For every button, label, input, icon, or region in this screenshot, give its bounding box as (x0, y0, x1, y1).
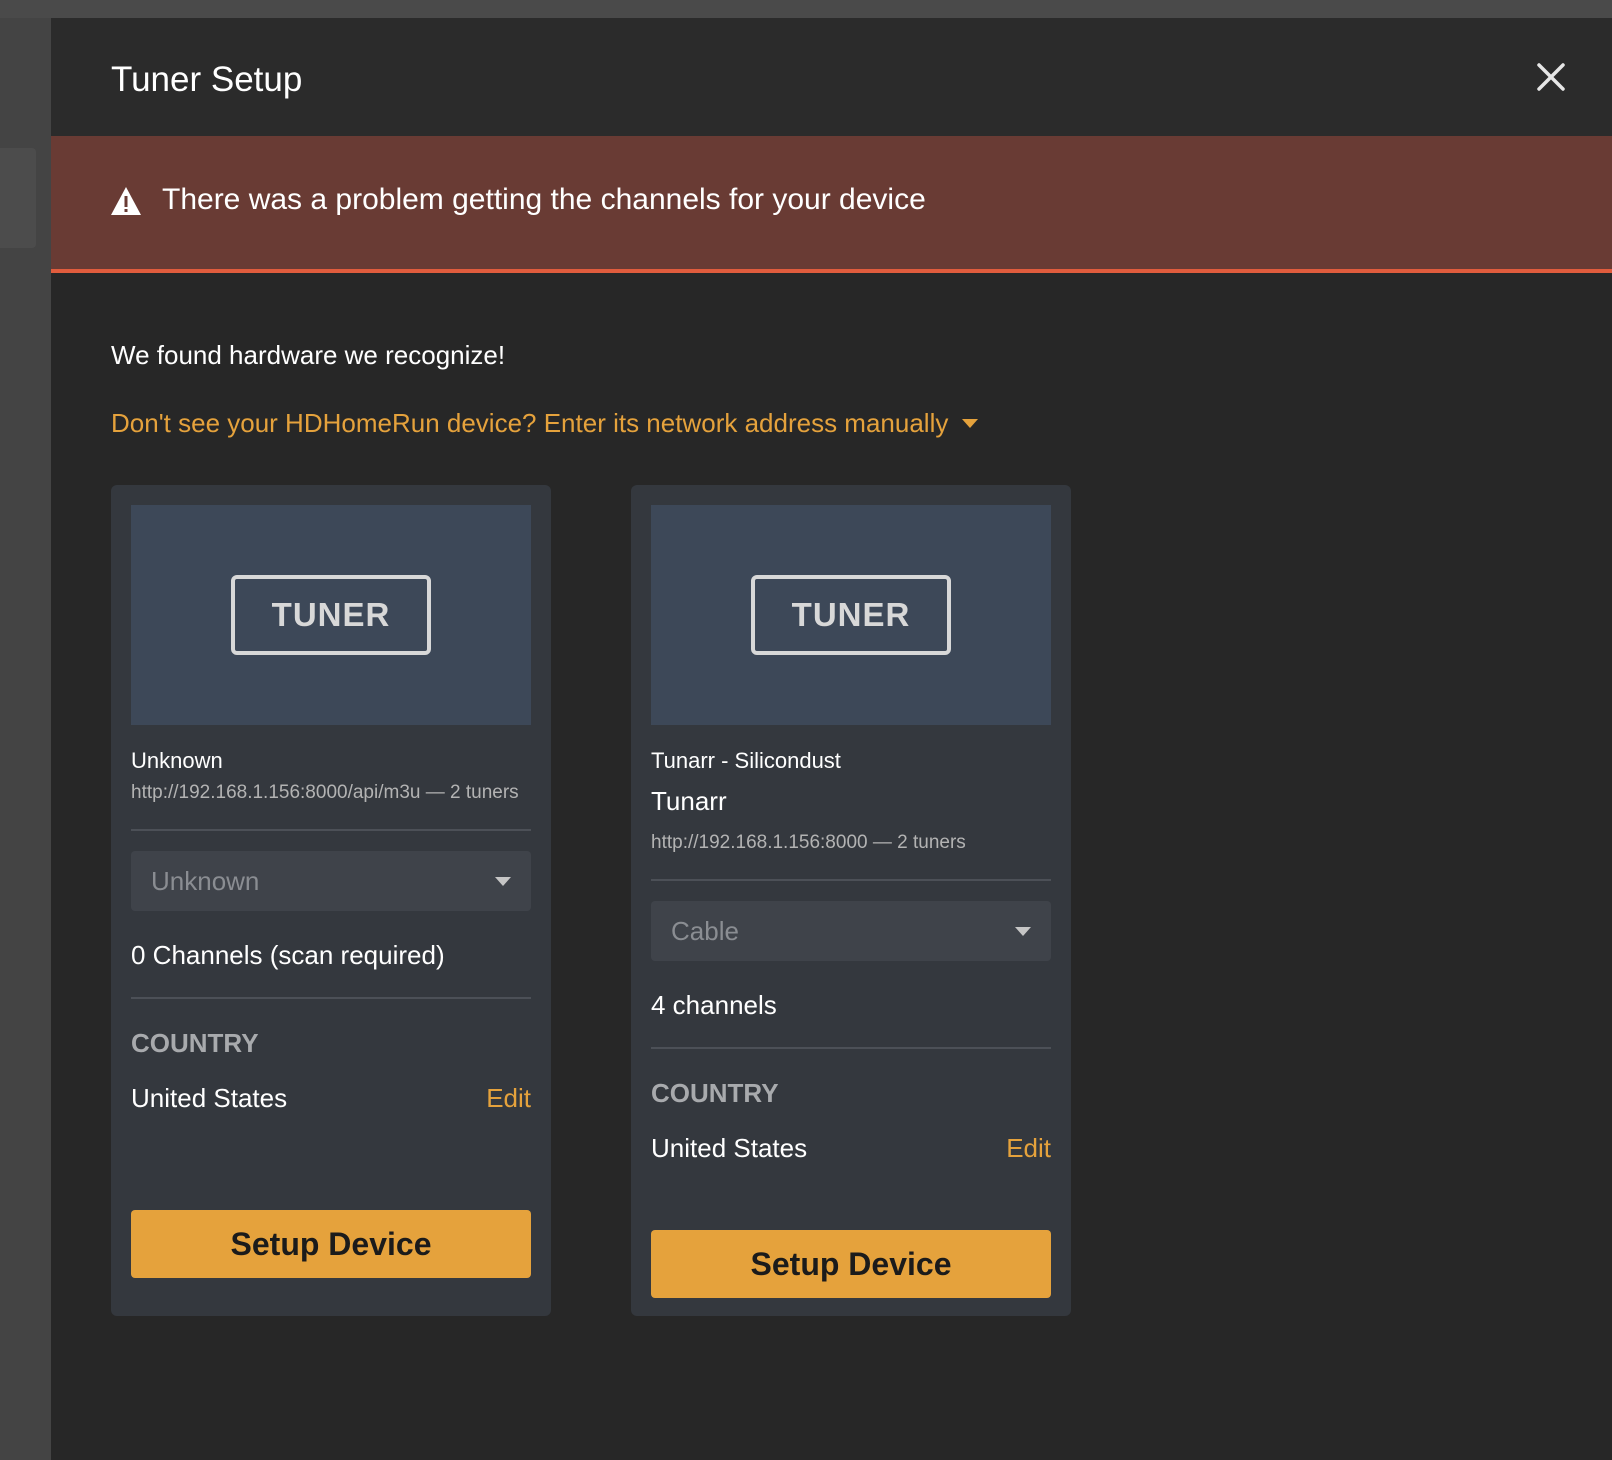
error-alert: There was a problem getting the channels… (51, 136, 1612, 273)
device-thumbnail: TUNER (651, 505, 1051, 725)
chevron-down-icon (495, 876, 511, 886)
close-button[interactable] (1530, 56, 1572, 98)
country-value: United States (651, 1133, 808, 1163)
device-name: Unknown (131, 748, 223, 773)
setup-device-button[interactable]: Setup Device (651, 1230, 1051, 1298)
chevron-down-icon (1015, 926, 1031, 936)
modal-title: Tuner Setup (111, 60, 303, 99)
source-type-value: Unknown (151, 865, 260, 896)
divider (651, 879, 1051, 881)
backdrop-tab (0, 148, 36, 248)
manual-address-link[interactable]: Don't see your HDHomeRun device? Enter i… (111, 408, 979, 439)
device-card-body: Tunarr - Silicondust Tunarr http://192.1… (651, 747, 1051, 1164)
edit-country-link[interactable]: Edit (486, 1083, 531, 1114)
setup-device-button[interactable]: Setup Device (131, 1210, 531, 1278)
modal-header: Tuner Setup (51, 18, 1612, 136)
channel-count: 0 Channels (scan required) (131, 940, 445, 970)
tuner-setup-modal: Tuner Setup There was a problem getting … (51, 18, 1612, 1460)
device-name: Tunarr - Silicondust (651, 748, 841, 773)
device-address: http://192.168.1.156:8000/api/m3u — 2 tu… (131, 782, 519, 803)
source-type-select[interactable]: Cable (651, 901, 1051, 961)
device-address: http://192.168.1.156:8000 — 2 tuners (651, 832, 966, 853)
close-icon (1537, 63, 1565, 91)
device-model: Tunarr (651, 786, 727, 816)
device-card: TUNER Tunarr - Silicondust Tunarr http:/… (631, 485, 1071, 1316)
country-row: United States Edit (131, 1083, 531, 1114)
country-value: United States (131, 1083, 288, 1113)
chevron-down-icon (962, 419, 979, 428)
device-card-body: Unknown http://192.168.1.156:8000/api/m3… (131, 747, 531, 1114)
found-hardware-text: We found hardware we recognize! (111, 340, 506, 370)
device-thumbnail: TUNER (131, 505, 531, 725)
country-label: COUNTRY (651, 1078, 779, 1108)
edit-country-link[interactable]: Edit (1006, 1133, 1051, 1164)
manual-address-label: Don't see your HDHomeRun device? Enter i… (111, 408, 949, 438)
channel-count: 4 channels (651, 990, 777, 1020)
device-card: TUNER Unknown http://192.168.1.156:8000/… (111, 485, 551, 1316)
source-type-select[interactable]: Unknown (131, 851, 531, 911)
divider (651, 1047, 1051, 1049)
country-label: COUNTRY (131, 1028, 259, 1058)
top-strip (0, 0, 1612, 18)
alert-message: There was a problem getting the channels… (162, 183, 926, 216)
warning-icon (111, 187, 141, 215)
tuner-badge: TUNER (231, 575, 431, 655)
source-type-value: Cable (671, 915, 739, 946)
divider (131, 997, 531, 999)
country-row: United States Edit (651, 1133, 1051, 1164)
tuner-badge: TUNER (751, 575, 951, 655)
divider (131, 829, 531, 831)
